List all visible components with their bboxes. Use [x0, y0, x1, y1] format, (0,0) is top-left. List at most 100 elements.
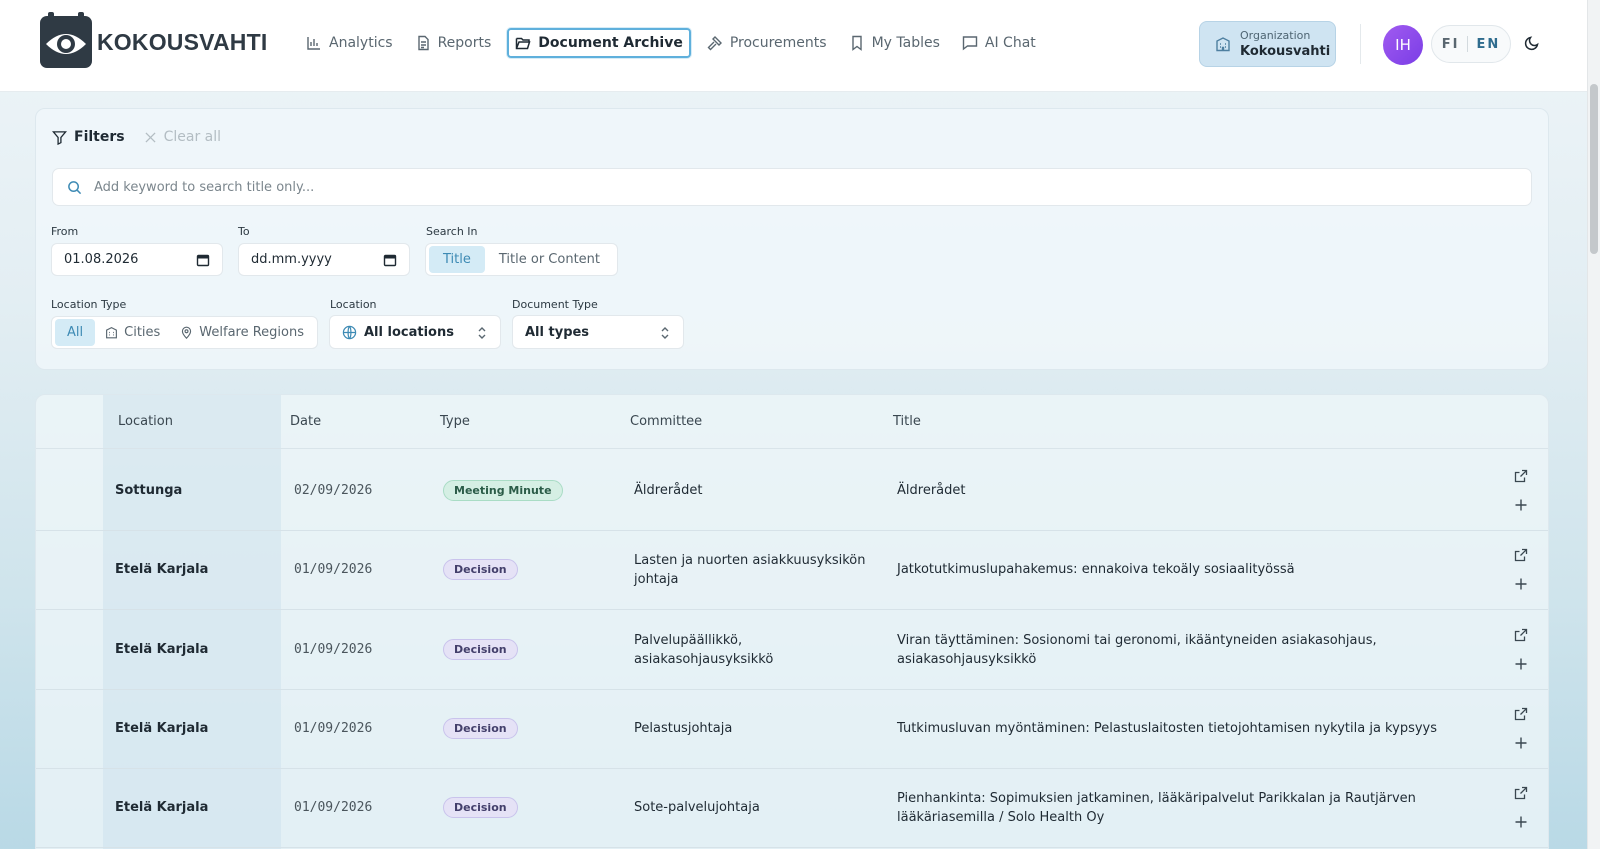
from-date-input[interactable]: 01.08.2026 [51, 243, 223, 276]
type-badge: Decision [443, 797, 518, 818]
open-external-icon[interactable] [1514, 469, 1528, 483]
table-row[interactable]: Etelä Karjala 01/09/2026 Decision Lasten… [36, 529, 1548, 610]
row-date: 01/09/2026 [294, 800, 373, 815]
column-title[interactable]: Title [893, 414, 921, 429]
open-external-icon[interactable] [1514, 548, 1528, 562]
nav-procurements-label: Procurements [729, 35, 827, 51]
clear-all-button[interactable]: Clear all [145, 129, 221, 145]
row-date: 01/09/2026 [294, 642, 373, 657]
column-committee[interactable]: Committee [630, 414, 702, 429]
row-committee: Äldrerådet [634, 483, 703, 498]
chevron-up-down-icon [661, 327, 669, 339]
row-title-line-2: lääkäriasemilla / Solo Health Oy [897, 810, 1105, 825]
column-date[interactable]: Date [290, 414, 321, 429]
lang-fi[interactable]: FI [1442, 37, 1460, 52]
add-icon[interactable] [1514, 736, 1528, 750]
add-icon[interactable] [1514, 498, 1528, 512]
user-avatar[interactable]: IH [1383, 25, 1423, 65]
page-scrollbar[interactable] [1587, 0, 1600, 849]
nav-reports[interactable]: Reports [409, 28, 498, 58]
row-title: Tutkimusluvan myöntäminen: Pelastuslaito… [897, 721, 1438, 736]
nav-my-tables[interactable]: My Tables [843, 28, 946, 58]
organization-switcher[interactable]: Organization Kokousvahti [1199, 21, 1336, 67]
row-committee-line-1: Lasten ja nuorten asiakkuusyksikön [634, 553, 866, 568]
nav-ai-chat-label: AI Chat [984, 35, 1036, 51]
open-external-icon[interactable] [1514, 707, 1528, 721]
open-external-icon[interactable] [1514, 786, 1528, 800]
nav-document-archive[interactable]: Document Archive [507, 28, 691, 58]
row-title: Äldrerådet [897, 483, 966, 498]
document-type-select[interactable]: All types [512, 315, 684, 349]
row-committee: Pelastusjohtaja [634, 721, 733, 736]
add-icon[interactable] [1514, 815, 1528, 829]
search-in-toggle: Title Title or Content [425, 243, 618, 276]
nav-reports-label: Reports [437, 35, 492, 51]
location-type-all-option[interactable]: All [55, 319, 96, 346]
bookmark-icon [851, 35, 862, 51]
language-switcher[interactable]: FI EN [1431, 25, 1511, 63]
nav-analytics-label: Analytics [329, 35, 393, 51]
filters-header: Filters Clear all [52, 129, 221, 145]
type-badge: Decision [443, 639, 518, 660]
to-date-placeholder: dd.mm.yyyy [251, 252, 332, 267]
row-location: Etelä Karjala [115, 642, 209, 657]
row-committee-line-2: asiakasohjausyksikkö [634, 652, 774, 667]
theme-toggle[interactable] [1524, 35, 1540, 55]
row-title-line-1: Pienhankinta: Sopimuksien jatkaminen, lä… [897, 791, 1416, 806]
filters-panel: Filters Clear all From 01.08.2026 To dd.… [35, 108, 1549, 370]
moon-icon [1524, 36, 1539, 51]
lang-en[interactable]: EN [1476, 37, 1500, 52]
from-date-value: 01.08.2026 [64, 252, 139, 267]
cities-label: Cities [124, 325, 161, 340]
search-icon [68, 180, 82, 194]
nav-procurements[interactable]: Procurements [701, 28, 833, 58]
search-in-title-option[interactable]: Title [429, 246, 485, 273]
table-row[interactable]: Etelä Karjala 01/09/2026 Decision Pelast… [36, 688, 1548, 769]
lang-divider [1467, 36, 1469, 52]
nav-analytics[interactable]: Analytics [300, 28, 399, 58]
location-type-welfare-regions-option[interactable]: Welfare Regions [170, 319, 314, 346]
row-location: Etelä Karjala [115, 562, 209, 577]
filter-icon [52, 130, 67, 145]
eye-calendar-icon [40, 12, 92, 68]
chevron-up-down-icon [478, 327, 486, 339]
column-type[interactable]: Type [440, 414, 470, 429]
filters-title: Filters [74, 129, 125, 145]
row-title: Jatkotutkimuslupahakemus: ennakoiva teko… [897, 562, 1295, 577]
building-icon [1216, 37, 1230, 52]
organization-name: Kokousvahti [1240, 43, 1331, 59]
nav-ai-chat[interactable]: AI Chat [956, 28, 1042, 58]
table-header: Location Date Type Committee Title [36, 395, 1548, 449]
table-row[interactable]: Etelä Karjala 01/09/2026 Decision Sote-p… [36, 767, 1548, 848]
row-location: Etelä Karjala [115, 800, 209, 815]
row-committee-line-1: Palvelupäällikkö, [634, 633, 743, 648]
to-label: To [238, 225, 250, 238]
search-in-title-or-content-option[interactable]: Title or Content [485, 246, 614, 273]
header-divider [1360, 24, 1361, 64]
add-icon[interactable] [1514, 577, 1528, 591]
row-date: 02/09/2026 [294, 483, 373, 498]
welfare-regions-label: Welfare Regions [199, 325, 305, 340]
scrollbar-thumb[interactable] [1590, 84, 1598, 254]
table-row[interactable]: Sottunga 02/09/2026 Meeting Minute Äldre… [36, 450, 1548, 531]
type-badge: Meeting Minute [443, 480, 563, 501]
building-icon [106, 326, 118, 339]
open-external-icon[interactable] [1514, 628, 1528, 642]
row-committee: Sote-palvelujohtaja [634, 800, 760, 815]
folder-open-icon [516, 37, 531, 50]
nav-document-archive-label: Document Archive [538, 35, 683, 51]
location-label: Location [330, 298, 377, 311]
column-location[interactable]: Location [118, 414, 173, 429]
bar-chart-icon [307, 37, 320, 50]
location-type-cities-option[interactable]: Cities [95, 319, 170, 346]
location-select[interactable]: All locations [329, 315, 501, 349]
app-logo[interactable]: KOKOUSVAHTI [40, 12, 267, 68]
row-location: Etelä Karjala [115, 721, 209, 736]
row-date: 01/09/2026 [294, 721, 373, 736]
add-icon[interactable] [1514, 657, 1528, 671]
keyword-search-input[interactable] [94, 179, 1394, 195]
row-location: Sottunga [115, 483, 183, 498]
table-row[interactable]: Etelä Karjala 01/09/2026 Decision Palvel… [36, 609, 1548, 690]
to-date-input[interactable]: dd.mm.yyyy [238, 243, 410, 276]
document-type-label: Document Type [512, 298, 598, 311]
